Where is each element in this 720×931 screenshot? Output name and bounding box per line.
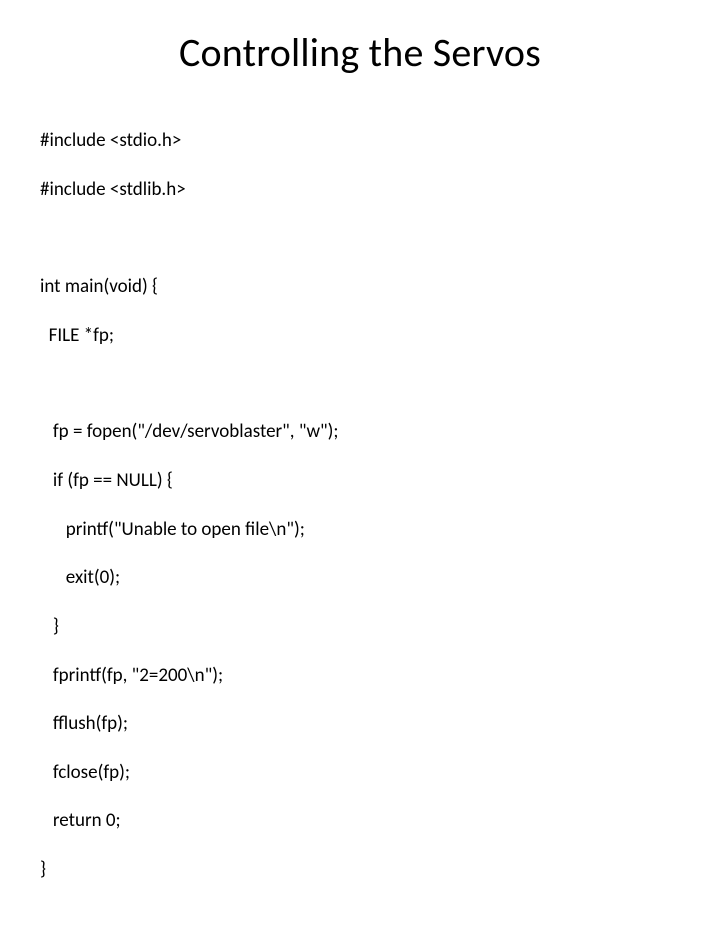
- code-line: }: [40, 858, 680, 882]
- code-line: fprintf(fp, "2=200\n");: [40, 664, 680, 688]
- code-line: return 0;: [40, 809, 680, 833]
- code-line: fclose(fp);: [40, 761, 680, 785]
- code-block: #include <stdio.h> #include <stdlib.h> i…: [40, 105, 680, 931]
- slide-title: Controlling the Servos: [40, 28, 680, 77]
- code-line: }: [40, 615, 680, 639]
- blank-line: [40, 227, 680, 251]
- code-line: exit(0);: [40, 566, 680, 590]
- slide: Controlling the Servos #include <stdio.h…: [0, 0, 720, 540]
- code-line: fflush(fp);: [40, 712, 680, 736]
- blank-line: [40, 372, 680, 396]
- code-line: fp = fopen("/dev/servoblaster", "w");: [40, 420, 680, 444]
- code-line: FILE *fp;: [40, 324, 680, 348]
- code-line: if (fp == NULL) {: [40, 469, 680, 493]
- code-line: #include <stdlib.h>: [40, 178, 680, 202]
- code-line: #include <stdio.h>: [40, 129, 680, 153]
- code-line: printf("Unable to open file\n");: [40, 518, 680, 542]
- code-line: int main(void) {: [40, 275, 680, 299]
